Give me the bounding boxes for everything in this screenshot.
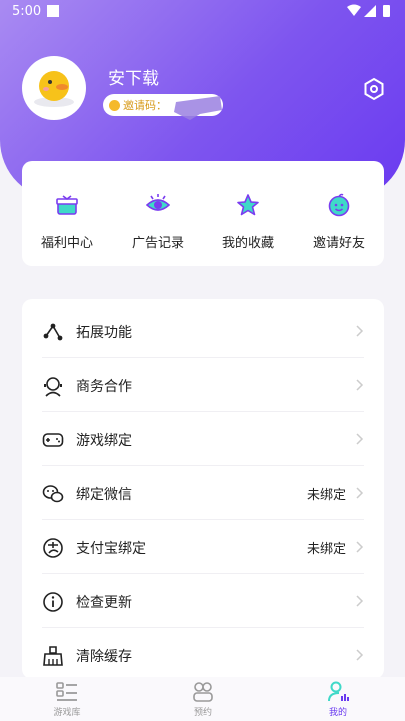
tab-label: 我的: [328, 708, 347, 718]
menu-item-game-binding[interactable]: 游戏绑定: [42, 412, 364, 466]
status-bar: 5:00: [0, 0, 405, 24]
settings-hexagon-icon[interactable]: [362, 77, 386, 101]
menu-item-label: 清除缓存: [76, 649, 132, 665]
quick-action-label: 福利中心: [40, 236, 93, 251]
menu-item-label: 拓展功能: [76, 325, 132, 341]
tab-reserve[interactable]: 预约: [168, 677, 238, 721]
menu-item-wechat[interactable]: 绑定微信 未绑定: [42, 466, 364, 520]
info-icon: [43, 592, 63, 612]
menu-item-check-update[interactable]: 检查更新: [42, 574, 364, 628]
notification-icon: [47, 5, 59, 17]
tab-mine[interactable]: 我的: [303, 677, 373, 721]
chevron-right-icon: [356, 325, 364, 337]
redaction-mask: [174, 96, 222, 120]
menu-item-label: 游戏绑定: [76, 433, 132, 449]
tab-game-library[interactable]: 游戏库: [32, 677, 102, 721]
library-icon: [56, 682, 77, 701]
quick-actions-card: 福利中心 广告记录 我的收藏 邀请好友: [22, 161, 384, 266]
menu-item-value: 未绑定: [306, 488, 346, 503]
eye-icon: [146, 194, 170, 211]
quick-action-label: 我的收藏: [221, 236, 274, 251]
menu-item-alipay[interactable]: 支付宝绑定 未绑定: [42, 520, 364, 574]
quick-action-ad-records[interactable]: 广告记录: [113, 161, 203, 266]
username: 安下载: [108, 69, 159, 89]
tab-label: 预约: [193, 708, 212, 718]
quick-action-favorites[interactable]: 我的收藏: [203, 161, 293, 266]
tab-label: 游戏库: [53, 708, 81, 718]
menu-item-label: 检查更新: [76, 595, 132, 611]
chevron-right-icon: [356, 379, 364, 391]
menu-item-label: 绑定微信: [76, 487, 132, 503]
share-nodes-icon: [43, 323, 63, 341]
menu-item-extensions[interactable]: 拓展功能: [42, 304, 364, 358]
menu-item-label: 支付宝绑定: [76, 541, 146, 557]
battery-icon: [383, 5, 390, 17]
alipay-icon: [43, 538, 63, 558]
gift-icon: [56, 195, 78, 215]
invite-icon: [328, 193, 350, 217]
menu-item-business[interactable]: 商务合作: [42, 358, 364, 412]
broom-icon: [43, 646, 63, 666]
gamepad-icon: [42, 433, 64, 447]
reserve-icon: [193, 682, 213, 702]
user-icon: [328, 681, 349, 702]
quick-action-welfare[interactable]: 福利中心: [22, 161, 112, 266]
wechat-icon: [42, 485, 64, 503]
headset-icon: [44, 377, 62, 397]
quick-action-label: 广告记录: [131, 236, 184, 251]
quick-action-invite[interactable]: 邀请好友: [294, 161, 384, 266]
star-icon: [237, 194, 259, 216]
settings-menu-card: 拓展功能 商务合作 游戏绑定 绑定微信 未绑定 支付宝绑定 未绑定 检查更新 清…: [22, 299, 384, 679]
chevron-right-icon: [356, 487, 364, 499]
signal-icon: [364, 5, 376, 17]
bottom-tab-bar: 游戏库 预约 我的: [0, 677, 405, 721]
status-icons: [347, 4, 390, 17]
menu-item-label: 商务合作: [76, 379, 132, 395]
chevron-right-icon: [356, 541, 364, 553]
quick-action-label: 邀请好友: [312, 236, 365, 251]
menu-item-value: 未绑定: [306, 542, 346, 557]
menu-item-clear-cache[interactable]: 清除缓存: [42, 628, 364, 679]
duck-avatar-icon: [34, 71, 74, 107]
avatar[interactable]: [22, 56, 86, 120]
status-time: 5:00: [12, 4, 42, 19]
coin-icon: [109, 99, 120, 111]
chevron-right-icon: [356, 433, 364, 445]
wifi-icon: [347, 4, 361, 16]
chevron-right-icon: [356, 595, 364, 607]
chevron-right-icon: [356, 649, 364, 661]
invite-code-label: 邀请码：: [123, 99, 167, 112]
